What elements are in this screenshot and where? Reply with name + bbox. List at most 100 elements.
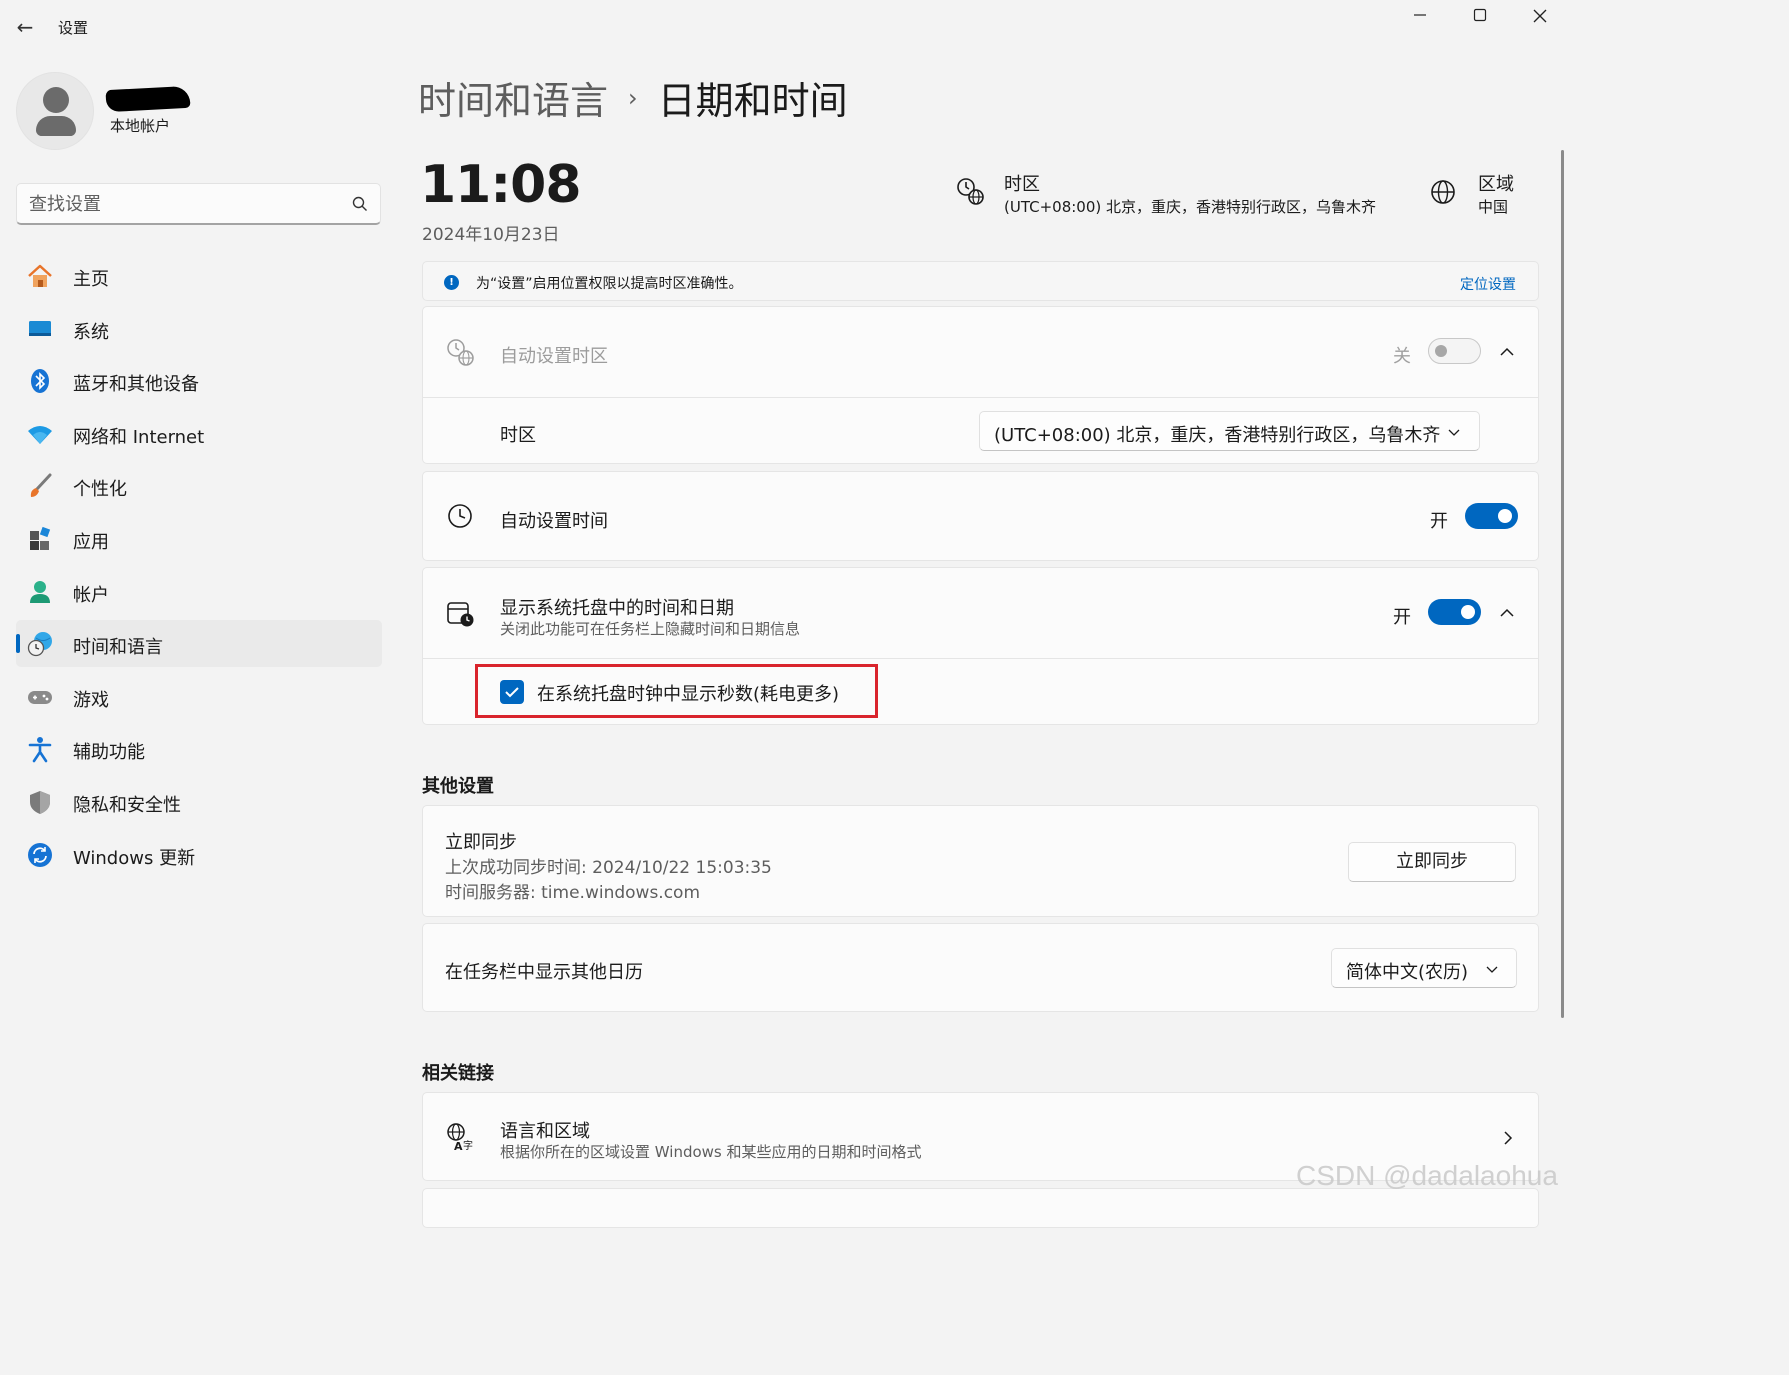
time-language-icon: [27, 632, 52, 657]
tray-time-toggle[interactable]: [1428, 599, 1481, 625]
account-type: 本地帐户: [110, 117, 171, 135]
back-arrow-icon[interactable]: ←: [10, 12, 40, 42]
show-seconds-checkbox[interactable]: [500, 680, 524, 704]
sync-time-server: 时间服务器: time.windows.com: [445, 883, 701, 903]
tray-time-title: 显示系统托盘中的时间和日期: [500, 598, 734, 619]
tray-time-subtitle: 关闭此功能可在任务栏上隐藏时间和日期信息: [500, 620, 801, 638]
minimize-button[interactable]: [1394, 4, 1446, 30]
sidebar-item-bluetooth[interactable]: 蓝牙和其他设备: [16, 357, 382, 404]
svg-text:字: 字: [463, 1139, 473, 1152]
timezone-header-label: 时区: [1004, 174, 1040, 195]
sidebar-item-time-language[interactable]: 时间和语言: [16, 620, 382, 668]
region-header-value: 中国: [1478, 198, 1509, 216]
auto-timezone-row[interactable]: 自动设置时区 关: [423, 307, 1538, 397]
search-box[interactable]: [16, 183, 381, 225]
update-icon: [28, 842, 52, 867]
sidebar-item-label: 个性化: [73, 479, 127, 501]
calendar-dropdown[interactable]: 简体中文(农历): [1331, 948, 1517, 988]
timezone-row-label: 时区: [500, 425, 536, 446]
sidebar-item-windows-update[interactable]: Windows 更新: [16, 831, 382, 878]
search-icon[interactable]: [351, 195, 369, 213]
calendar-label: 在任务栏中显示其他日历: [445, 962, 643, 983]
sidebar-item-apps[interactable]: 应用: [16, 515, 382, 562]
app-title: 设置: [58, 19, 89, 37]
maximize-button[interactable]: [1454, 4, 1506, 30]
sync-last-time: 上次成功同步时间: 2024/10/22 15:03:35: [445, 858, 772, 878]
sync-title: 立即同步: [445, 832, 517, 853]
sidebar-item-personalization[interactable]: 个性化: [16, 462, 382, 509]
timezone-row: 时区 (UTC+08:00) 北京，重庆，香港特别行政区，乌鲁木齐: [423, 398, 1538, 464]
breadcrumb: 时间和语言 › 日期和时间: [418, 70, 848, 125]
toggle-knob: [1498, 509, 1512, 523]
location-settings-link[interactable]: 定位设置: [1460, 274, 1516, 294]
auto-time-card[interactable]: 自动设置时间 开: [422, 471, 1539, 561]
related-links-heading: 相关链接: [422, 1063, 494, 1084]
chevron-up-icon[interactable]: [1497, 342, 1517, 362]
sidebar-item-label: 隐私和安全性: [73, 794, 181, 816]
next-link-card[interactable]: [422, 1188, 1539, 1228]
checkmark-icon: [505, 687, 519, 698]
sidebar-item-label: 辅助功能: [73, 742, 145, 764]
region-header-label: 区域: [1478, 174, 1514, 195]
sidebar-item-label: Windows 更新: [73, 847, 196, 869]
timezone-dropdown-value: (UTC+08:00) 北京，重庆，香港特别行政区，乌鲁木齐: [994, 425, 1441, 446]
close-button[interactable]: [1514, 4, 1566, 30]
sidebar-item-accounts[interactable]: 帐户: [16, 568, 382, 615]
sync-now-button[interactable]: 立即同步: [1348, 842, 1516, 882]
toggle-knob: [1435, 345, 1447, 357]
shield-icon: [30, 790, 50, 814]
sidebar-item-label: 系统: [73, 321, 109, 343]
watermark: CSDN @dadalaohua: [1296, 1160, 1558, 1191]
toggle-knob: [1461, 605, 1475, 619]
tray-time-row[interactable]: 显示系统托盘中的时间和日期 关闭此功能可在任务栏上隐藏时间和日期信息 开: [423, 568, 1538, 658]
sidebar-item-home[interactable]: 主页: [16, 252, 382, 299]
maximize-icon: [1473, 8, 1487, 22]
home-icon: [28, 264, 52, 287]
sidebar-item-label: 蓝牙和其他设备: [73, 374, 199, 396]
settings-window: ← 设置 本地帐户 主页: [0, 0, 1568, 1228]
accessibility-icon: [28, 737, 52, 763]
chevron-right-icon: [1504, 1131, 1513, 1145]
calendar-dropdown-value: 简体中文(农历): [1346, 962, 1469, 983]
calendar-clock-icon: [447, 602, 474, 627]
sidebar-item-privacy[interactable]: 隐私和安全性: [16, 778, 382, 825]
chevron-up-icon[interactable]: [1497, 603, 1517, 623]
avatar-head: [43, 87, 69, 113]
timezone-globe-icon: [957, 178, 984, 205]
sidebar-item-label: 帐户: [73, 584, 109, 606]
highlight-box: 在系统托盘时钟中显示秒数(耗电更多): [475, 664, 878, 718]
sidebar-item-gaming[interactable]: 游戏: [16, 673, 382, 720]
auto-timezone-toggle[interactable]: [1428, 338, 1481, 364]
minimize-icon: [1414, 14, 1426, 16]
timezone-dropdown[interactable]: (UTC+08:00) 北京，重庆，香港特别行政区，乌鲁木齐: [979, 411, 1480, 451]
sidebar-item-label: 主页: [73, 269, 109, 290]
location-info-bar: ! 为“设置”启用位置权限以提高时区准确性。 定位设置: [422, 261, 1539, 301]
breadcrumb-parent[interactable]: 时间和语言: [418, 79, 608, 123]
sidebar-item-label: 应用: [73, 531, 109, 553]
sync-card: 立即同步 上次成功同步时间: 2024/10/22 15:03:35 时间服务器…: [422, 805, 1539, 917]
auto-timezone-card: 自动设置时区 关 时区 (UTC+08:00) 北京，重庆，香港特别行政区，乌鲁…: [422, 306, 1539, 464]
sidebar-item-accessibility[interactable]: 辅助功能: [16, 725, 382, 772]
timezone-auto-icon: [447, 339, 474, 366]
avatar[interactable]: [16, 72, 94, 150]
scrollbar[interactable]: [1561, 150, 1564, 1018]
current-time: 11:08: [420, 155, 582, 215]
calendar-card: 在任务栏中显示其他日历 简体中文(农历): [422, 923, 1539, 1012]
chevron-down-icon: [1448, 429, 1460, 436]
show-seconds-label[interactable]: 在系统托盘时钟中显示秒数(耗电更多): [537, 680, 839, 706]
auto-time-toggle[interactable]: [1465, 503, 1518, 529]
sidebar-item-system[interactable]: 系统: [16, 305, 382, 352]
page-title: 日期和时间: [657, 79, 848, 123]
info-message: 为“设置”启用位置权限以提高时区准确性。: [476, 276, 743, 292]
sidebar-item-label: 时间和语言: [73, 637, 163, 659]
title-bar: ← 设置: [0, 0, 1568, 54]
avatar-body: [36, 116, 76, 136]
search-input[interactable]: [29, 191, 329, 217]
timezone-header-value: (UTC+08:00) 北京，重庆，香港特别行政区，乌鲁木齐: [1004, 198, 1377, 216]
breadcrumb-separator: ›: [628, 84, 638, 112]
other-settings-heading: 其他设置: [422, 776, 494, 797]
redacted-username: [105, 85, 191, 113]
info-icon: !: [444, 275, 459, 290]
wifi-icon: [28, 425, 52, 444]
sidebar-item-network[interactable]: 网络和 Internet: [16, 410, 382, 457]
